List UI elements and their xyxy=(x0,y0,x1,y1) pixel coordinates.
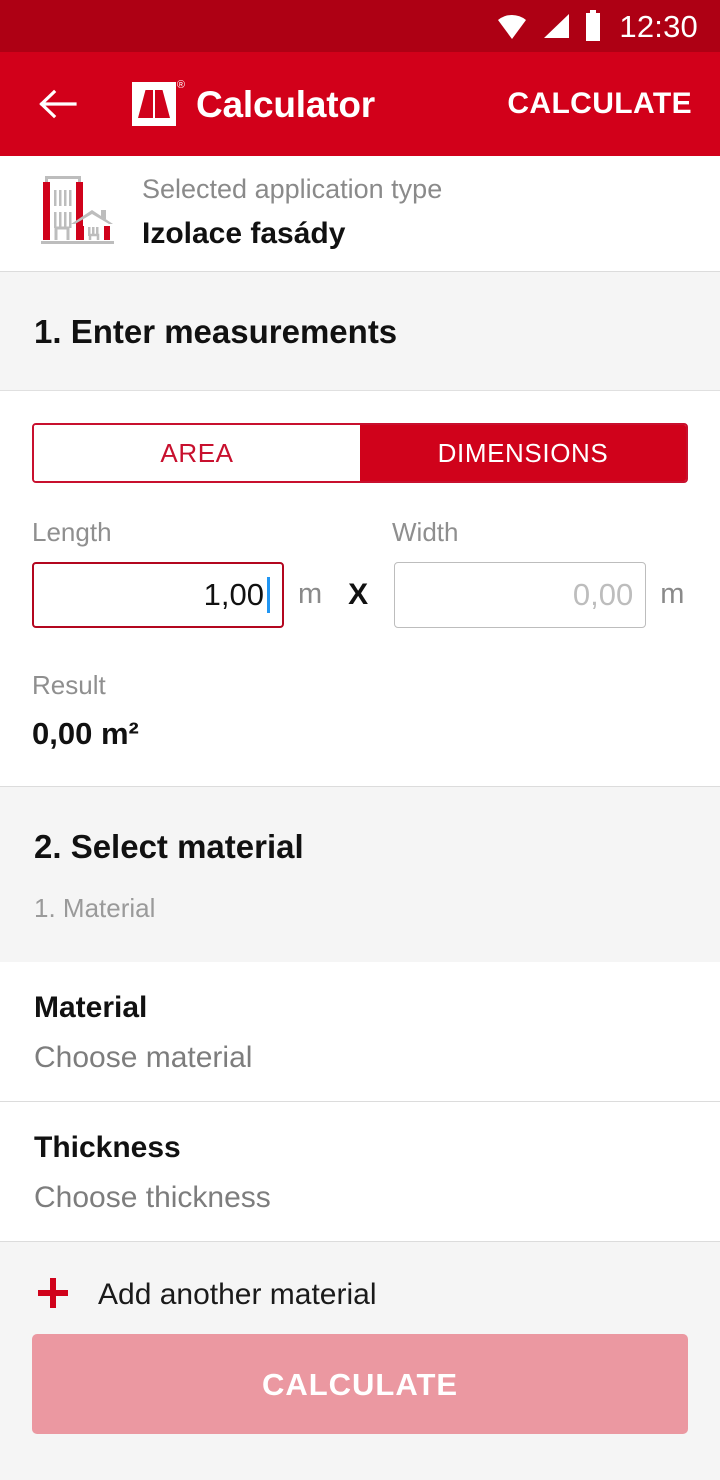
result-label: Result xyxy=(32,669,106,700)
application-type-label: Selected application type xyxy=(142,173,443,204)
add-another-material-label: Add another material xyxy=(98,1278,377,1310)
appbar-calculate-action[interactable]: CALCULATE xyxy=(507,87,696,121)
application-type-texts: Selected application type Izolace fasády xyxy=(142,173,442,253)
width-input[interactable]: 0,00 xyxy=(394,561,647,628)
cellular-signal-icon xyxy=(544,14,570,38)
section-measurements-header: 1. Enter measurements xyxy=(0,272,720,391)
battery-icon xyxy=(586,10,601,41)
measurements-card: AREA DIMENSIONS Length Width 1,00 m X 0,… xyxy=(0,390,720,788)
back-button[interactable] xyxy=(30,76,86,132)
calculator-screen: 12:30 ® Calculator CALCULATE Selected ap… xyxy=(0,0,720,1480)
calculate-button[interactable]: CALCULATE xyxy=(32,1334,688,1434)
application-type-value: Izolace fasády xyxy=(142,217,346,251)
wifi-icon xyxy=(498,14,527,39)
app-title: Calculator xyxy=(196,83,375,125)
material-group-subtitle: 1. Material xyxy=(34,892,156,923)
material-row-value: Choose material xyxy=(34,1040,253,1074)
result-value: 0,00 m² xyxy=(32,715,139,751)
width-input-placeholder: 0,00 xyxy=(572,576,634,612)
section-measurements-title: 1. Enter measurements xyxy=(34,313,398,350)
length-label: Length xyxy=(32,516,112,547)
add-another-material-row[interactable]: Add another material xyxy=(0,1241,720,1310)
multiply-separator: X xyxy=(348,577,369,611)
registered-trademark-mark: ® xyxy=(176,79,185,91)
thickness-row[interactable]: Thickness Choose thickness xyxy=(0,1101,720,1242)
brand: ® Calculator xyxy=(132,80,507,126)
thickness-row-value: Choose thickness xyxy=(34,1180,271,1214)
building-house-icon xyxy=(34,172,116,253)
measurement-mode-toggle[interactable]: AREA DIMENSIONS xyxy=(32,422,688,483)
plus-icon xyxy=(34,1274,72,1310)
length-input-value: 1,00 xyxy=(203,576,264,612)
toggle-option-dimensions[interactable]: DIMENSIONS xyxy=(360,424,686,481)
text-cursor xyxy=(267,576,270,613)
width-unit: m xyxy=(660,578,685,611)
length-unit: m xyxy=(298,578,323,611)
material-row[interactable]: Material Choose material xyxy=(0,961,720,1102)
status-bar: 12:30 xyxy=(0,0,720,52)
bottom-action-bar: CALCULATE xyxy=(0,1310,720,1480)
status-bar-clock: 12:30 xyxy=(619,8,698,44)
selected-application-type-row[interactable]: Selected application type Izolace fasády xyxy=(0,156,720,272)
scroll-content: Selected application type Izolace fasády… xyxy=(0,156,720,1310)
rockwool-logo-icon: ® xyxy=(132,80,185,126)
section-material-title: 2. Select material xyxy=(34,828,304,866)
section-material-header: 2. Select material 1. Material xyxy=(0,787,720,962)
back-arrow-icon xyxy=(39,89,77,119)
dimension-field-labels: Length Width xyxy=(32,517,688,548)
dimension-field-row: 1,00 m X 0,00 m xyxy=(32,561,688,628)
app-bar: ® Calculator CALCULATE xyxy=(0,52,720,156)
material-row-title: Material xyxy=(34,990,148,1024)
length-input[interactable]: 1,00 xyxy=(32,561,284,628)
thickness-row-title: Thickness xyxy=(34,1130,181,1164)
width-label: Width xyxy=(392,516,459,547)
toggle-option-area[interactable]: AREA xyxy=(34,424,360,481)
